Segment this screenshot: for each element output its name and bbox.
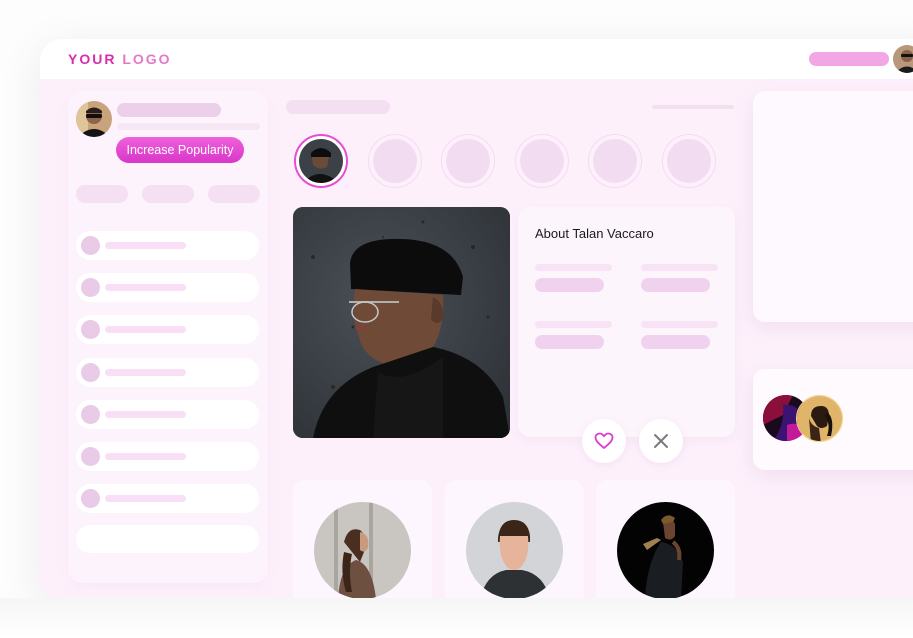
filter-chip[interactable] <box>76 185 128 203</box>
suggestion-photo-icon <box>466 502 563 599</box>
list-item-label-placeholder <box>105 410 186 418</box>
about-field-value-placeholder <box>641 278 710 292</box>
section-title-placeholder <box>286 100 390 114</box>
suggestion-photo <box>314 502 411 599</box>
sidebar-list-item[interactable] <box>76 484 259 514</box>
stories-row <box>294 134 716 188</box>
list-item-label-placeholder <box>105 368 186 376</box>
profile-photo-image <box>293 207 510 438</box>
user-avatar[interactable] <box>893 45 913 73</box>
right-panel-card <box>753 91 913 322</box>
suggestion-photo <box>466 502 563 599</box>
about-field-value-placeholder <box>641 335 710 349</box>
story-thumbnail-placeholder <box>666 139 711 183</box>
story-avatar[interactable] <box>441 134 495 188</box>
story-thumbnail-placeholder <box>372 139 417 183</box>
dismiss-button[interactable] <box>639 419 683 463</box>
suggestion-photo <box>617 502 714 599</box>
profile-subtitle-placeholder <box>117 123 260 130</box>
story-avatar[interactable] <box>367 134 422 188</box>
about-field-value-placeholder <box>535 335 604 349</box>
story-thumbnail-placeholder <box>446 139 490 183</box>
sidebar-list <box>76 231 259 526</box>
profile-suggestion-card[interactable] <box>445 480 584 599</box>
section-link-placeholder[interactable] <box>652 105 734 109</box>
sidebar-list-item[interactable] <box>76 357 259 387</box>
list-item-label-placeholder <box>105 452 186 460</box>
list-item-label-placeholder <box>105 326 186 334</box>
about-card: About Talan Vaccaro <box>518 207 735 437</box>
sidebar-list-item[interactable] <box>76 315 259 345</box>
list-item-icon <box>81 489 100 509</box>
heart-icon <box>594 432 614 449</box>
story-avatar[interactable] <box>588 134 642 188</box>
story-thumbnail <box>299 139 343 183</box>
logo-text-logo: LOGO <box>122 51 172 67</box>
list-item-icon <box>81 362 100 382</box>
story-avatar[interactable] <box>661 134 716 188</box>
about-field-label-placeholder <box>641 264 718 271</box>
filter-chips <box>76 185 260 203</box>
filter-chip[interactable] <box>208 185 260 203</box>
match-avatar[interactable] <box>796 395 843 442</box>
logo[interactable]: YOUR LOGO <box>68 51 172 67</box>
list-item-label-placeholder <box>105 242 186 249</box>
matches-card[interactable] <box>753 369 913 470</box>
header-search-placeholder[interactable] <box>809 52 889 66</box>
story-photo-icon <box>299 139 343 183</box>
close-icon <box>654 434 668 448</box>
bottom-fade <box>0 598 913 638</box>
profile-name-placeholder <box>117 103 221 117</box>
suggestion-photo-icon <box>314 502 411 599</box>
sidebar-list-item[interactable] <box>76 273 259 303</box>
list-item-icon <box>81 320 100 340</box>
list-item-label-placeholder <box>105 284 186 292</box>
top-bar: YOUR LOGO <box>40 39 913 79</box>
list-item-icon <box>81 236 100 255</box>
about-field-label-placeholder <box>535 264 612 271</box>
like-button[interactable] <box>582 419 626 463</box>
list-item-label-placeholder <box>105 495 186 503</box>
match-photo-icon <box>797 396 842 441</box>
sidebar: Increase Popularity <box>68 91 268 583</box>
app-window: YOUR LOGO Increase Popularity About Tala… <box>40 39 913 599</box>
sidebar-list-item[interactable] <box>76 399 259 429</box>
sidebar-list-item[interactable] <box>76 441 259 471</box>
profile-avatar-icon <box>76 101 112 137</box>
profile-main-photo[interactable] <box>293 207 510 438</box>
profile-avatar[interactable] <box>76 101 112 137</box>
story-thumbnail-placeholder <box>519 139 564 183</box>
suggestion-photo-icon <box>617 502 714 599</box>
about-title: About Talan Vaccaro <box>535 226 654 241</box>
story-thumbnail-placeholder <box>593 139 637 183</box>
about-field-value-placeholder <box>535 278 604 292</box>
sidebar-input-placeholder[interactable] <box>76 525 259 553</box>
list-item-icon <box>81 446 100 466</box>
filter-chip[interactable] <box>142 185 194 203</box>
increase-popularity-button[interactable]: Increase Popularity <box>116 137 244 163</box>
logo-text-your: YOUR <box>68 51 123 67</box>
story-avatar[interactable] <box>514 134 569 188</box>
stage: YOUR LOGO Increase Popularity About Tala… <box>0 0 913 638</box>
sidebar-list-item[interactable] <box>76 231 259 260</box>
profile-suggestion-card[interactable] <box>293 480 432 599</box>
profile-suggestion-card[interactable] <box>596 480 735 599</box>
about-field-label-placeholder <box>535 321 612 328</box>
user-avatar-icon <box>893 45 913 73</box>
story-avatar-active[interactable] <box>294 134 348 188</box>
about-field-label-placeholder <box>641 321 718 328</box>
list-item-icon <box>81 404 100 424</box>
list-item-icon <box>81 278 100 298</box>
